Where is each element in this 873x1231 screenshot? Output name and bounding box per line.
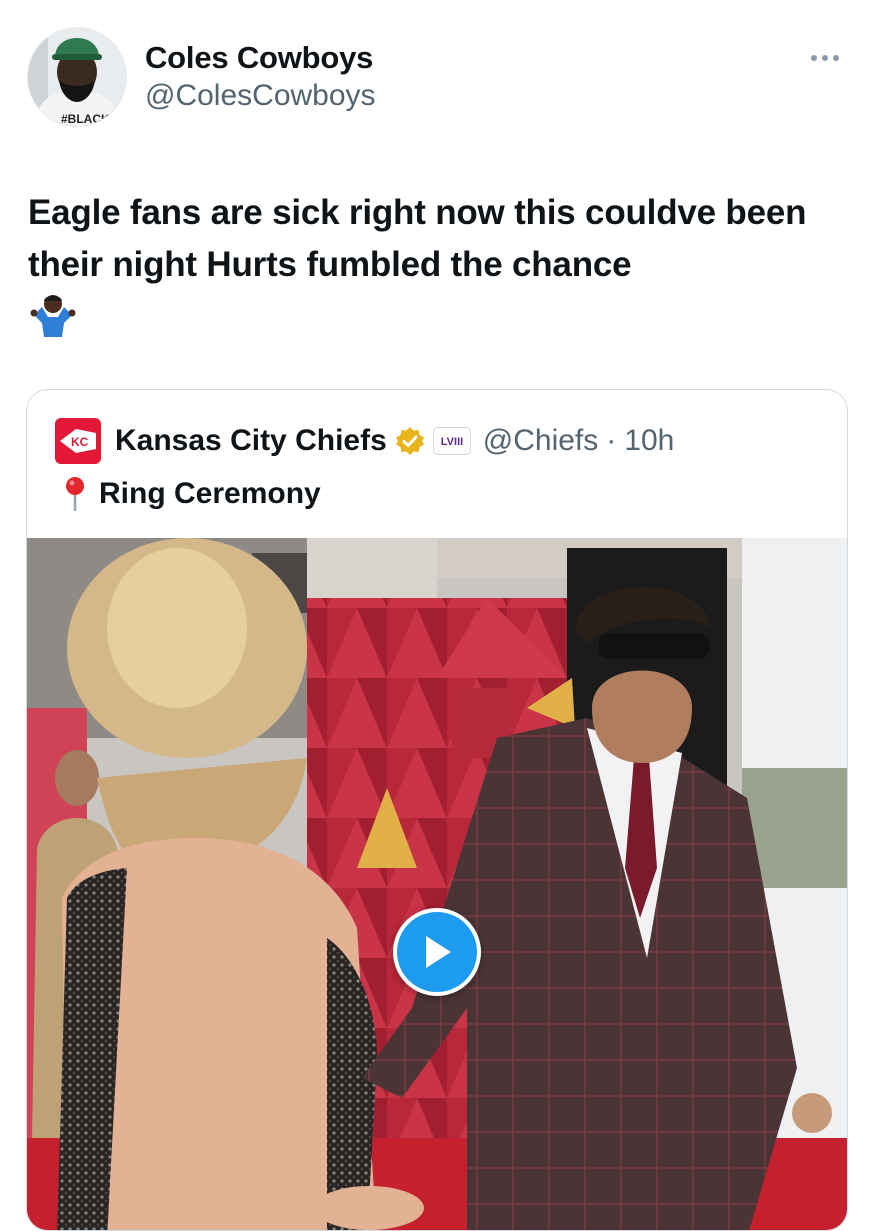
shrug-icon bbox=[30, 295, 76, 337]
tweet-body: Eagle fans are sick right now this could… bbox=[28, 193, 807, 284]
verified-badge-shape bbox=[395, 427, 424, 455]
more-icon[interactable] bbox=[805, 48, 845, 68]
more-dot bbox=[833, 55, 839, 61]
chiefs-arrowhead-icon: KC bbox=[60, 429, 96, 453]
quoted-handle[interactable]: @Chiefs bbox=[483, 424, 599, 458]
super-bowl-lviii-badge[interactable]: LVIII bbox=[432, 427, 471, 455]
shrug-emoji: 🤷🏿‍♂️ bbox=[28, 291, 78, 354]
chiefs-logo-text: KC bbox=[71, 435, 89, 449]
quoted-time[interactable]: 10h bbox=[624, 424, 674, 458]
more-dot bbox=[822, 55, 828, 61]
chiefs-logo[interactable]: KC bbox=[55, 418, 101, 464]
quoted-tweet-card[interactable]: KC Kansas City Chiefs LVIII @Chiefs · 10… bbox=[26, 389, 848, 1231]
quoted-location: Ring Ceremony bbox=[63, 476, 321, 512]
author-handle[interactable]: @ColesCowboys bbox=[145, 78, 376, 114]
red-pin-icon bbox=[66, 477, 84, 511]
play-triangle bbox=[426, 936, 451, 968]
author-display-name[interactable]: Coles Cowboys bbox=[145, 40, 376, 76]
avatar-photo: #BLACK bbox=[28, 28, 126, 126]
quoted-location-text: Ring Ceremony bbox=[99, 477, 321, 510]
author-avatar[interactable]: #BLACK bbox=[27, 27, 127, 127]
affiliate-badge-text: LVIII bbox=[441, 436, 463, 448]
more-dot bbox=[811, 55, 817, 61]
gold-verified-badge-icon[interactable] bbox=[395, 426, 425, 456]
play-icon[interactable] bbox=[393, 908, 481, 996]
avatar-shirt-text: #BLACK bbox=[61, 112, 110, 126]
author-info: Coles Cowboys @ColesCowboys bbox=[145, 40, 376, 114]
quoted-separator: · bbox=[606, 424, 617, 457]
quoted-name[interactable]: Kansas City Chiefs bbox=[115, 424, 387, 458]
tweet-text: Eagle fans are sick right now this could… bbox=[28, 187, 838, 354]
affiliate-badge-shape: LVIII bbox=[432, 427, 471, 455]
quoted-header: KC Kansas City Chiefs LVIII @Chiefs · 10… bbox=[55, 418, 674, 464]
quoted-video[interactable] bbox=[27, 538, 847, 1230]
red-carpet-photo bbox=[27, 538, 847, 1230]
